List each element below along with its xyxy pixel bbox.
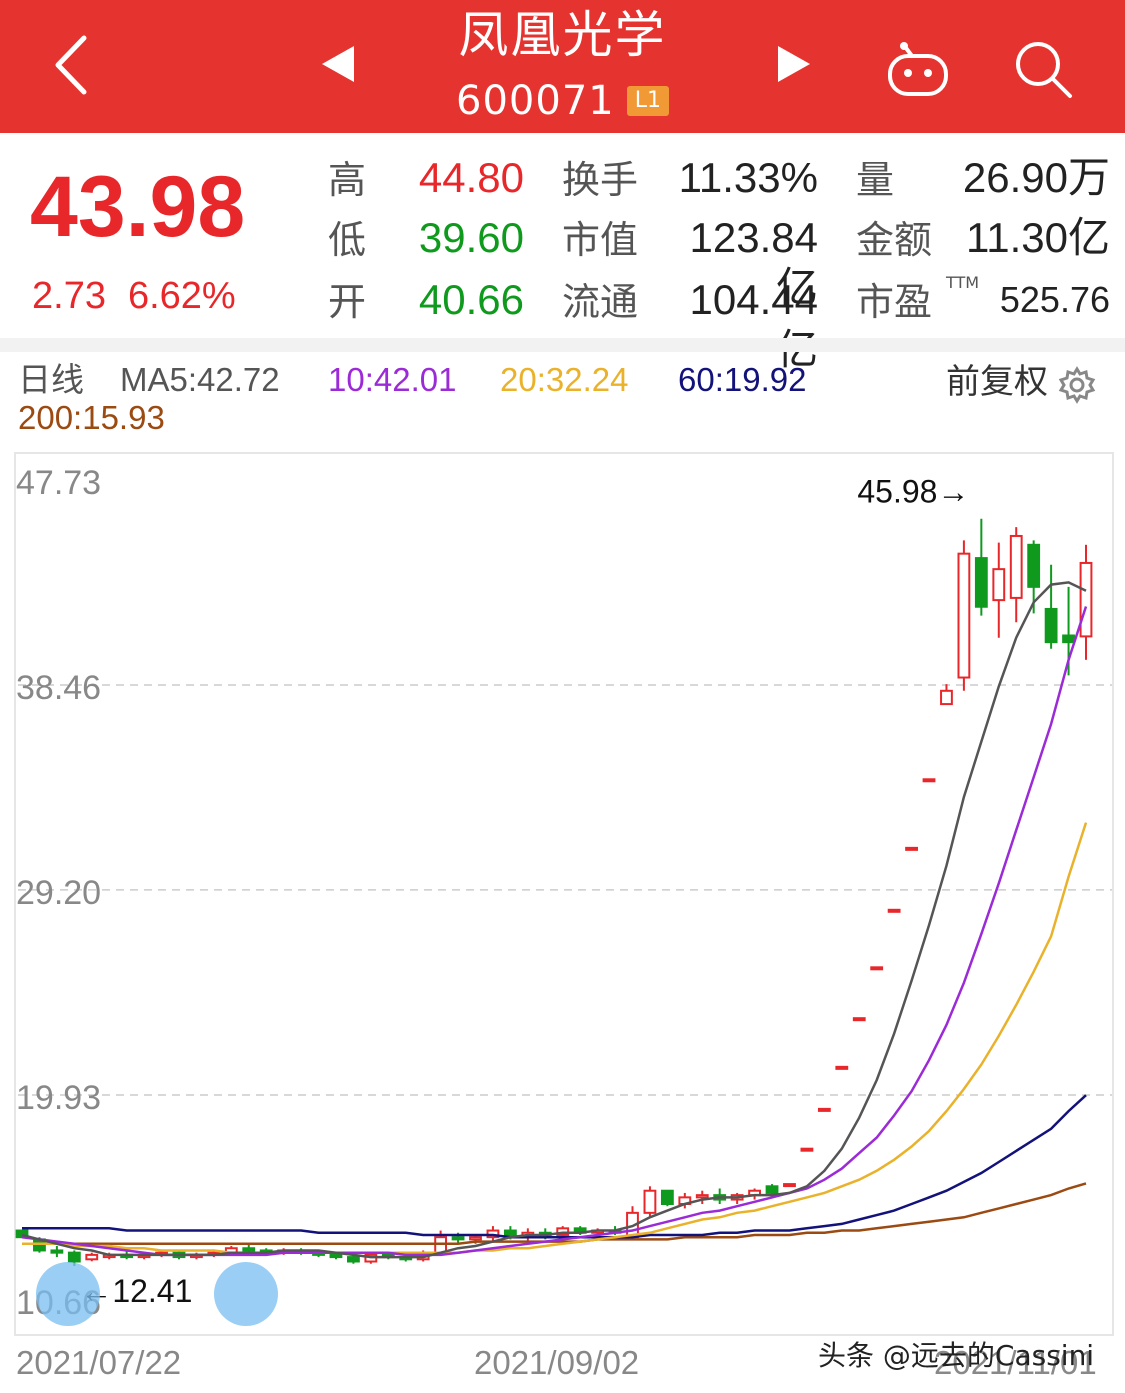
candle-body (1079, 561, 1093, 638)
candle-body (242, 1247, 256, 1252)
y-tick-label: 19.93 (16, 1079, 101, 1117)
candle-body (469, 1236, 482, 1241)
candle-body (800, 1147, 814, 1152)
candle-body (695, 1194, 709, 1199)
candle-body (1062, 634, 1075, 644)
candle-body (660, 1189, 674, 1205)
candle-body (887, 908, 901, 913)
y-tick-label: 47.73 (16, 464, 101, 502)
y-tick-label: 29.20 (16, 874, 101, 912)
candle-body (905, 846, 918, 851)
candle-body (974, 557, 988, 608)
watermark: 头条 @远去的Cassini (818, 1339, 1095, 1372)
candle-body (1044, 607, 1058, 644)
candle-body (922, 778, 936, 783)
candle-body (85, 1253, 99, 1261)
x-tick-label: 2021/09/02 (474, 1344, 639, 1381)
candle-body (835, 1065, 849, 1070)
candle-body (992, 568, 1006, 602)
ma5-line (21, 581, 1087, 1259)
floating-expand-button[interactable] (36, 1262, 100, 1326)
candle-body (940, 689, 953, 706)
candle-body (643, 1189, 657, 1214)
candle-body (50, 1249, 64, 1254)
candle-body (329, 1253, 343, 1259)
candle-body (852, 1017, 866, 1022)
fullscreen-button[interactable] (214, 1262, 278, 1326)
candle-body (67, 1251, 81, 1263)
candle-body (1027, 543, 1041, 588)
ma20-line (22, 822, 1088, 1254)
candle-body (783, 1183, 796, 1188)
candle-body (1009, 534, 1023, 599)
candle-body (765, 1185, 779, 1194)
candle-body (957, 552, 971, 679)
high-annotation: 45.98→ (857, 474, 969, 510)
candle-body (451, 1236, 465, 1241)
x-tick-label: 2021/07/22 (16, 1344, 181, 1381)
kline-chart: 47.7338.4629.2019.9310.662021/07/222021/… (15, 464, 1112, 1381)
candle-body (347, 1256, 360, 1263)
candle-body (870, 966, 884, 971)
candle-body (817, 1107, 831, 1112)
y-tick-label: 38.46 (16, 669, 101, 707)
ma60-line (22, 1094, 1087, 1239)
